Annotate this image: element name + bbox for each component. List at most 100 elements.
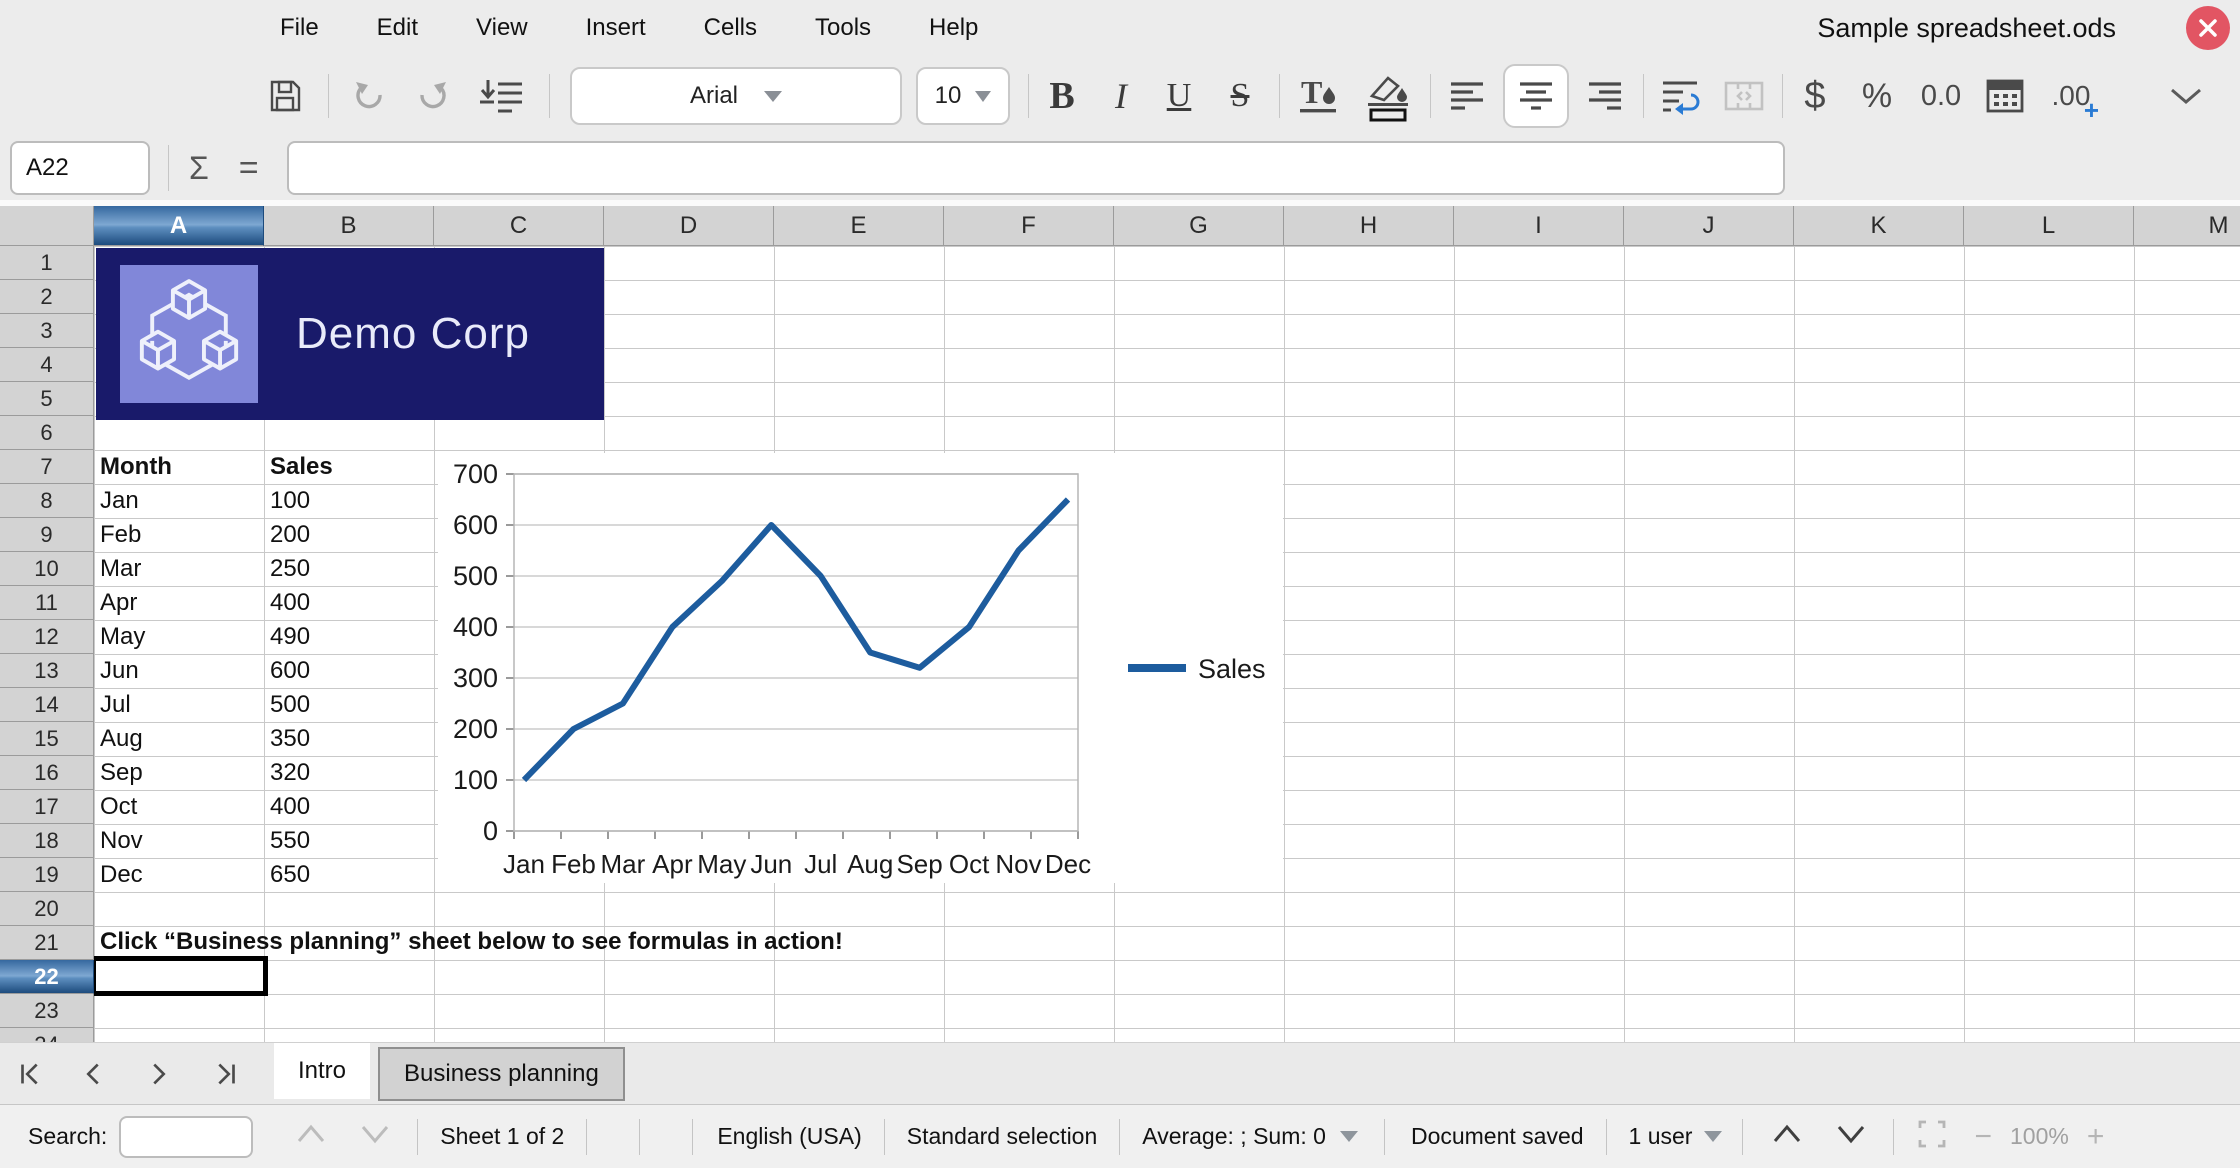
cell-B14[interactable]: 500: [270, 688, 310, 722]
cell-A9[interactable]: Feb: [100, 518, 141, 552]
cell-A10[interactable]: Mar: [100, 552, 141, 586]
cell-B7[interactable]: Sales: [270, 450, 333, 484]
row-header-6[interactable]: 6: [0, 416, 94, 450]
row-header-22[interactable]: 22: [0, 960, 94, 994]
cell-grid[interactable]: Demo Corp Month Sales Jan 100 Feb 200 Mar 250 Ap…: [94, 246, 2240, 1042]
users-dropdown-icon[interactable]: [1704, 1131, 1723, 1142]
cell-B10[interactable]: 250: [270, 552, 310, 586]
zoom-out-button[interactable]: −: [1974, 1120, 1992, 1154]
scroll-down-button[interactable]: [1829, 1117, 1873, 1157]
column-header-D[interactable]: D: [604, 206, 774, 246]
row-header-15[interactable]: 15: [0, 722, 94, 756]
column-header-G[interactable]: G: [1114, 206, 1284, 246]
add-decimal-button[interactable]: .00 +: [2041, 68, 2101, 125]
cell-A14[interactable]: Jul: [100, 688, 131, 722]
cell-B15[interactable]: 350: [270, 722, 310, 756]
row-header-12[interactable]: 12: [0, 620, 94, 654]
align-left-button[interactable]: [1441, 68, 1493, 124]
menu-item-tools[interactable]: Tools: [815, 14, 871, 42]
cell-A19[interactable]: Dec: [100, 858, 143, 892]
cell-A11[interactable]: Apr: [100, 586, 137, 620]
previous-sheet-button[interactable]: [74, 1055, 112, 1093]
row-header-13[interactable]: 13: [0, 654, 94, 688]
scroll-up-button[interactable]: [1765, 1117, 1809, 1157]
stats-dropdown-icon[interactable]: [1339, 1131, 1358, 1142]
search-previous-button[interactable]: [289, 1117, 333, 1157]
column-header-H[interactable]: H: [1284, 206, 1454, 246]
cell-A8[interactable]: Jan: [100, 484, 139, 518]
column-header-K[interactable]: K: [1794, 206, 1964, 246]
fit-selection-button[interactable]: [1910, 1114, 1954, 1160]
menu-item-cells[interactable]: Cells: [704, 14, 757, 42]
row-header-20[interactable]: 20: [0, 892, 94, 926]
row-header-5[interactable]: 5: [0, 382, 94, 416]
row-header-11[interactable]: 11: [0, 586, 94, 620]
wrap-text-button[interactable]: [1654, 68, 1706, 124]
menu-item-edit[interactable]: Edit: [377, 14, 418, 42]
cell-B16[interactable]: 320: [270, 756, 310, 790]
menu-item-view[interactable]: View: [476, 14, 528, 42]
row-header-10[interactable]: 10: [0, 552, 94, 586]
row-header-17[interactable]: 17: [0, 790, 94, 824]
cell-B17[interactable]: 400: [270, 790, 310, 824]
menu-item-insert[interactable]: Insert: [586, 14, 646, 42]
select-all-corner[interactable]: [0, 206, 94, 246]
column-header-C[interactable]: C: [434, 206, 604, 246]
number-format-button[interactable]: 0.0: [1913, 68, 1969, 124]
column-header-L[interactable]: L: [1964, 206, 2134, 246]
first-sheet-button[interactable]: [12, 1055, 50, 1093]
underline-button[interactable]: U: [1157, 68, 1201, 124]
next-sheet-button[interactable]: [140, 1055, 178, 1093]
cell-A12[interactable]: May: [100, 620, 145, 654]
menu-item-help[interactable]: Help: [929, 14, 978, 42]
column-header-A[interactable]: A: [94, 206, 264, 246]
date-format-button[interactable]: [1979, 68, 2031, 124]
column-header-F[interactable]: F: [944, 206, 1114, 246]
font-color-button[interactable]: T: [1292, 68, 1344, 124]
column-header-J[interactable]: J: [1624, 206, 1794, 246]
equals-button[interactable]: =: [239, 149, 259, 188]
cell-B19[interactable]: 650: [270, 858, 310, 892]
cell-A15[interactable]: Aug: [100, 722, 143, 756]
column-header-E[interactable]: E: [774, 206, 944, 246]
tab-business-planning[interactable]: Business planning: [378, 1046, 625, 1101]
cell-B12[interactable]: 490: [270, 620, 310, 654]
row-header-14[interactable]: 14: [0, 688, 94, 722]
toolbar-more-button[interactable]: [2160, 68, 2212, 124]
save-button[interactable]: [264, 68, 306, 124]
cell-A17[interactable]: Oct: [100, 790, 137, 824]
menu-item-file[interactable]: File: [280, 14, 319, 42]
currency-format-button[interactable]: $: [1791, 68, 1839, 124]
cell-reference-input[interactable]: [10, 141, 150, 195]
cell-B11[interactable]: 400: [270, 586, 310, 620]
column-header-M[interactable]: M: [2134, 206, 2240, 246]
redo-button[interactable]: [411, 68, 455, 124]
search-input[interactable]: [119, 1115, 254, 1158]
align-center-button[interactable]: [1503, 64, 1569, 128]
column-header-B[interactable]: B: [264, 206, 434, 246]
column-header-I[interactable]: I: [1454, 206, 1624, 246]
strikethrough-button[interactable]: S: [1217, 68, 1263, 124]
close-button[interactable]: [2186, 6, 2230, 50]
row-header-2[interactable]: 2: [0, 280, 94, 314]
row-header-21[interactable]: 21: [0, 926, 94, 960]
cell-B18[interactable]: 550: [270, 824, 310, 858]
row-header-18[interactable]: 18: [0, 824, 94, 858]
bold-button[interactable]: B: [1039, 68, 1085, 124]
cell-B9[interactable]: 200: [270, 518, 310, 552]
zoom-level[interactable]: 100%: [2010, 1123, 2069, 1150]
sales-chart[interactable]: 0 100 200 300 400 500 600 700 Jan Feb Mar Apr May Jun…: [438, 453, 1283, 883]
formula-input[interactable]: [286, 141, 1785, 195]
demo-corp-banner[interactable]: Demo Corp: [96, 248, 604, 420]
search-next-button[interactable]: [353, 1117, 397, 1157]
row-header-23[interactable]: 23: [0, 994, 94, 1028]
row-header-4[interactable]: 4: [0, 348, 94, 382]
undo-button[interactable]: [347, 68, 391, 124]
row-header-9[interactable]: 9: [0, 518, 94, 552]
cell-B13[interactable]: 600: [270, 654, 310, 688]
percent-format-button[interactable]: %: [1851, 68, 1903, 124]
row-header-16[interactable]: 16: [0, 756, 94, 790]
align-right-button[interactable]: [1579, 68, 1631, 124]
sum-button[interactable]: Σ: [189, 150, 209, 187]
row-header-1[interactable]: 1: [0, 246, 94, 280]
